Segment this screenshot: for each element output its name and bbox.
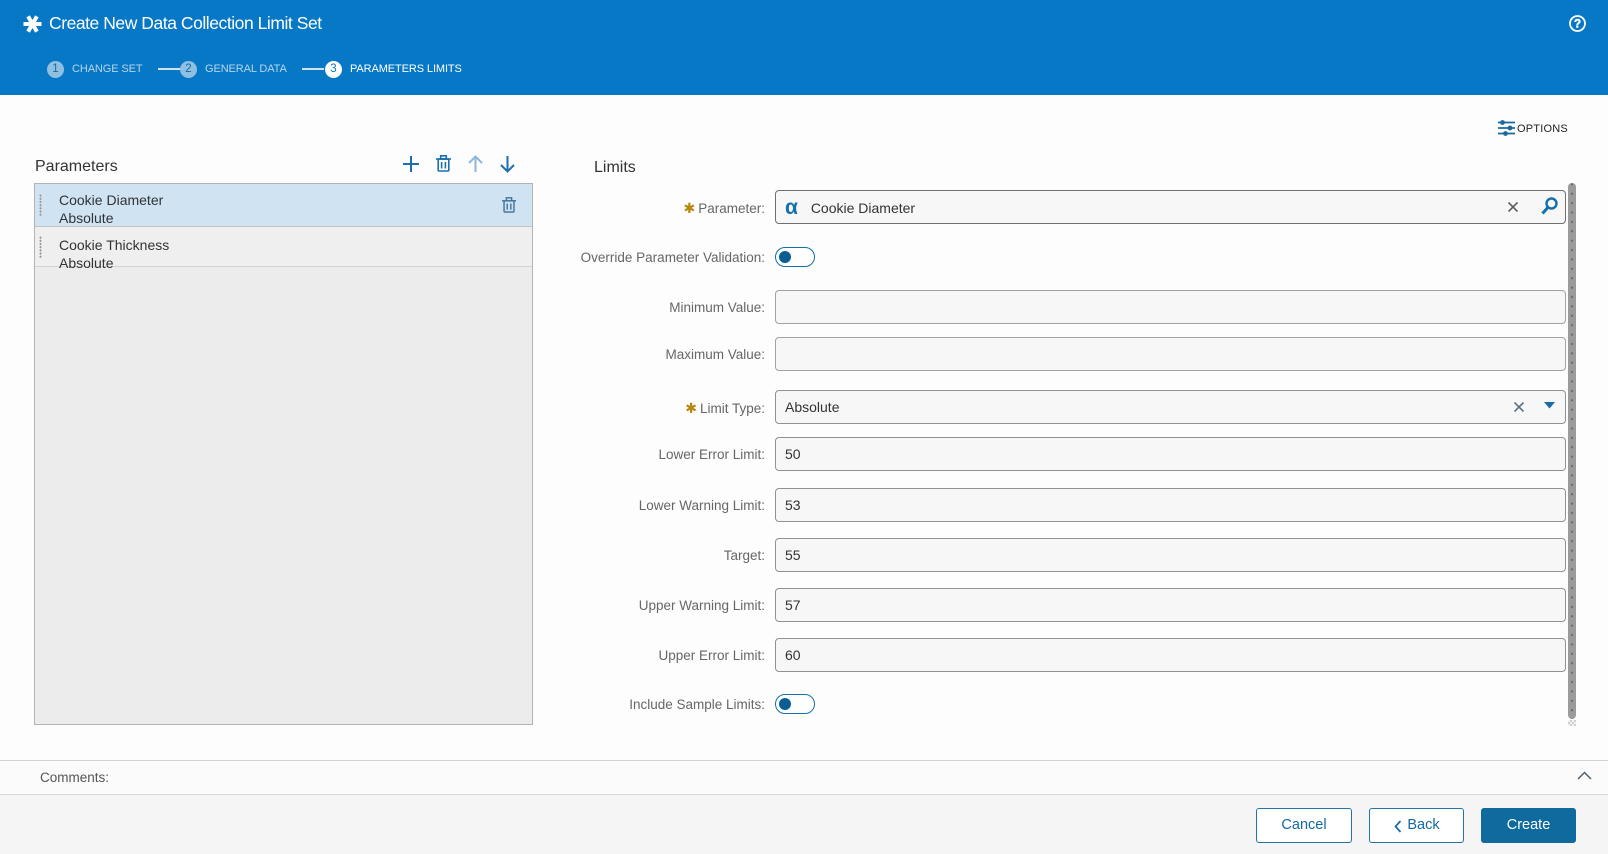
- svg-text:?: ?: [1574, 19, 1581, 31]
